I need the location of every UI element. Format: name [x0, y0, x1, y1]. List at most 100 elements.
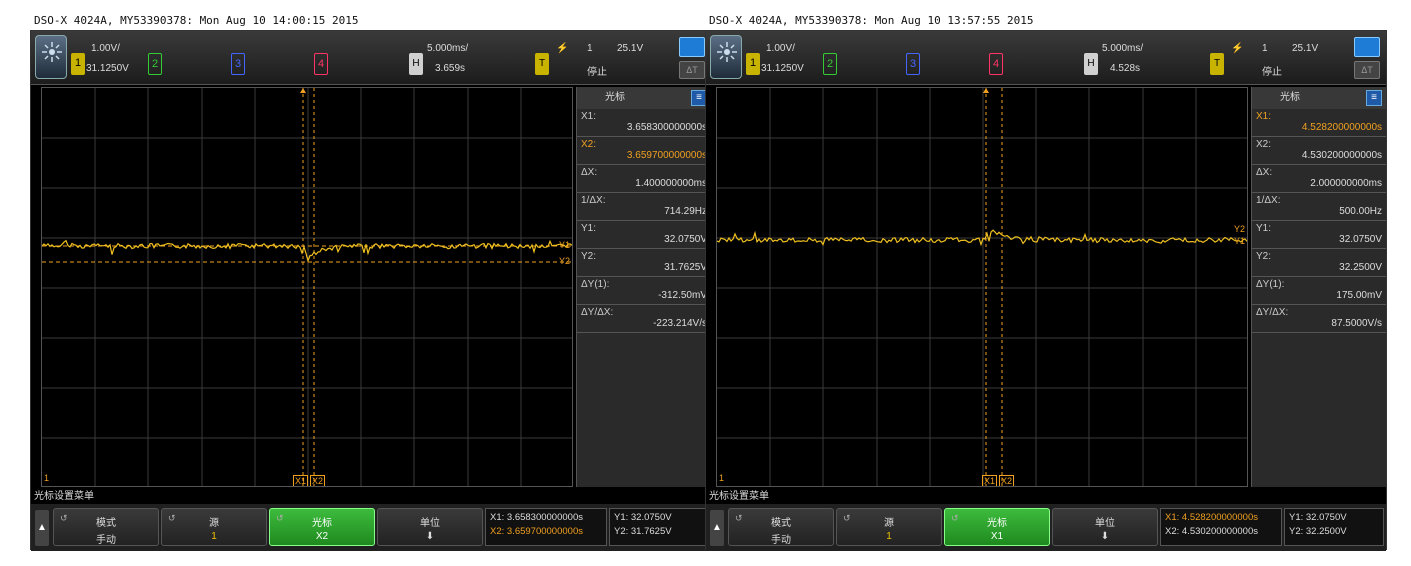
unit-softkey[interactable]: 单位 ⬇ [377, 508, 483, 546]
readout-label: ΔX: [581, 167, 598, 178]
channel-1-button[interactable]: 1 [746, 53, 760, 75]
delta-button[interactable]: ΔT [1354, 61, 1380, 79]
top-bar: 1 1.00V/ 31.1250V 2 3 4 H 5.000ms/ 4.528… [706, 31, 1386, 85]
channel-2-button[interactable]: 2 [823, 53, 837, 75]
cursor-readout-row: Y2: 32.2500V [1252, 249, 1386, 277]
readout-value: 32.0750V [1339, 234, 1382, 245]
readout-label: ΔY(1): [1256, 279, 1285, 290]
zoom-button[interactable] [1354, 37, 1380, 57]
panel-header: 光标 ≡ [577, 87, 711, 109]
readout-value: 714.29Hz [664, 206, 707, 217]
rotate-icon: ↺ [60, 513, 68, 523]
trigger-marker-icon [983, 88, 989, 93]
zoom-button[interactable] [679, 37, 705, 57]
cursor-x1-label[interactable]: X1 [982, 475, 998, 486]
readout-value: 3.659700000000s [626, 150, 707, 161]
waveform-grid: 1 X1 X2 Y2 Y1 [716, 87, 1248, 487]
scope-logo-button[interactable] [35, 35, 67, 79]
ch1-offset: 31.1250V [86, 63, 129, 74]
readout-value: 31.7625V [664, 262, 707, 273]
readout-value: 500.00Hz [1339, 206, 1382, 217]
menu-title: 光标设置菜单 [706, 489, 1386, 504]
readout-label: X1: [1256, 111, 1272, 122]
softkey-bar: ▲ ↺ 模式 手动 ↺ 源 1 ↺ 光标 X2 单位 ⬇ X1: 3.65830… [31, 504, 711, 551]
screenshot-title: DSO-X 4024A, MY53390378: Mon Aug 10 14:0… [34, 14, 359, 27]
oscilloscope-display: 1 1.00V/ 31.1250V 2 3 4 H 5.000ms/ 3.659… [30, 30, 712, 551]
readout-value: 32.2500V [1339, 262, 1382, 273]
cursor-readout-row: ΔX: 2.000000000ms [1252, 165, 1386, 193]
trigger-source: 1 [587, 43, 593, 54]
cursor-readout-row: X2: 4.530200000000s [1252, 137, 1386, 165]
trigger-button[interactable]: T [535, 53, 549, 75]
source-softkey[interactable]: ↺ 源 1 [836, 508, 942, 546]
down-arrow-icon: ⬇ [1100, 531, 1110, 542]
oscilloscope-display: 1 1.00V/ 31.1250V 2 3 4 H 5.000ms/ 4.528… [705, 30, 1387, 551]
ground-marker: 1 [44, 473, 50, 483]
ch1-offset: 31.1250V [761, 63, 804, 74]
menu-icon[interactable]: ≡ [1366, 90, 1382, 106]
left-waveform-svg [42, 88, 572, 486]
ch1-scale: 1.00V/ [91, 43, 120, 54]
cursor-softkey[interactable]: ↺ 光标 X2 [269, 508, 375, 546]
cursor-x2-label[interactable]: X2 [310, 475, 326, 486]
cursor-y2-label[interactable]: Y2 [1234, 224, 1245, 234]
readout-value: 3.658300000000s [626, 122, 707, 133]
readout-label: ΔY(1): [581, 279, 610, 290]
screenshot-title: DSO-X 4024A, MY53390378: Mon Aug 10 13:5… [709, 14, 1034, 27]
gridlines [42, 88, 572, 486]
mode-softkey[interactable]: ↺ 模式 手动 [53, 508, 159, 546]
delta-button[interactable]: ΔT [679, 61, 705, 79]
ch1-scale: 1.00V/ [766, 43, 795, 54]
cursor-y1-label[interactable]: Y1 [1234, 236, 1245, 246]
up-arrow-icon[interactable]: ▲ [35, 510, 49, 546]
readout-value: 87.5000V/s [1331, 318, 1382, 329]
cursor-readout-row: 1/ΔX: 714.29Hz [577, 193, 711, 221]
left-scope-screenshot: DSO-X 4024A, MY53390378: Mon Aug 10 14:0… [30, 0, 712, 551]
panel-title: 光标 [1280, 92, 1300, 103]
readout-label: Y2: [1256, 251, 1272, 262]
readout-label: X2: [1256, 139, 1272, 150]
readout-value: 175.00mV [1336, 290, 1382, 301]
readout-value: 4.528200000000s [1301, 122, 1382, 133]
cursor-y1-label[interactable]: Y1 [559, 240, 570, 250]
channel-4-button[interactable]: 4 [989, 53, 1003, 75]
horizontal-button[interactable]: H [1084, 53, 1098, 75]
cursor-readout-row: 1/ΔX: 500.00Hz [1252, 193, 1386, 221]
mode-softkey[interactable]: ↺ 模式 手动 [728, 508, 834, 546]
cursor-y2-label[interactable]: Y2 [559, 256, 570, 266]
menu-title: 光标设置菜单 [31, 489, 711, 504]
trigger-button[interactable]: T [1210, 53, 1224, 75]
channel-1-button[interactable]: 1 [71, 53, 85, 75]
cursor-softkey[interactable]: ↺ 光标 X1 [944, 508, 1050, 546]
horizontal-button[interactable]: H [409, 53, 423, 75]
source-softkey[interactable]: ↺ 源 1 [161, 508, 267, 546]
channel-3-button[interactable]: 3 [231, 53, 245, 75]
scope-logo-icon [42, 42, 62, 62]
time-scale: 5.000ms/ [1102, 43, 1144, 54]
readout-value: -312.50mV [658, 290, 707, 301]
run-status: 停止 [587, 67, 607, 78]
cursor-readout-row: ΔY/ΔX: 87.5000V/s [1252, 305, 1386, 333]
cursor-x1-label[interactable]: X1 [293, 475, 309, 486]
cursor-readout-row: Y1: 32.0750V [1252, 221, 1386, 249]
rotate-icon: ↺ [951, 513, 959, 523]
unit-softkey[interactable]: 单位 ⬇ [1052, 508, 1158, 546]
cursor-readout-row: X2: 3.659700000000s [577, 137, 711, 165]
x-readout: X1: 4.528200000000s X2: 4.530200000000s [1160, 508, 1282, 546]
cursor-readout-list: X1: 3.658300000000s X2: 3.659700000000s ΔX: 1… [577, 109, 711, 333]
channel-4-button[interactable]: 4 [314, 53, 328, 75]
panel-header: 光标 ≡ [1252, 87, 1386, 109]
channel-2-button[interactable]: 2 [148, 53, 162, 75]
readout-label: Y2: [581, 251, 597, 262]
cursor-panel: 光标 ≡ X1: 3.658300000000s X2: 3.659700000000… [576, 87, 711, 487]
up-arrow-icon[interactable]: ▲ [710, 510, 724, 546]
readout-value: -223.214V/s [653, 318, 707, 329]
rotate-icon: ↺ [735, 513, 743, 523]
cursor-x2-label[interactable]: X2 [999, 475, 1015, 486]
readout-label: ΔY/ΔX: [1256, 307, 1289, 318]
rotate-icon: ↺ [168, 513, 176, 523]
trigger-edge-icon: ⚡ [556, 43, 569, 54]
channel-3-button[interactable]: 3 [906, 53, 920, 75]
readout-label: Y1: [1256, 223, 1272, 234]
scope-logo-button[interactable] [710, 35, 742, 79]
